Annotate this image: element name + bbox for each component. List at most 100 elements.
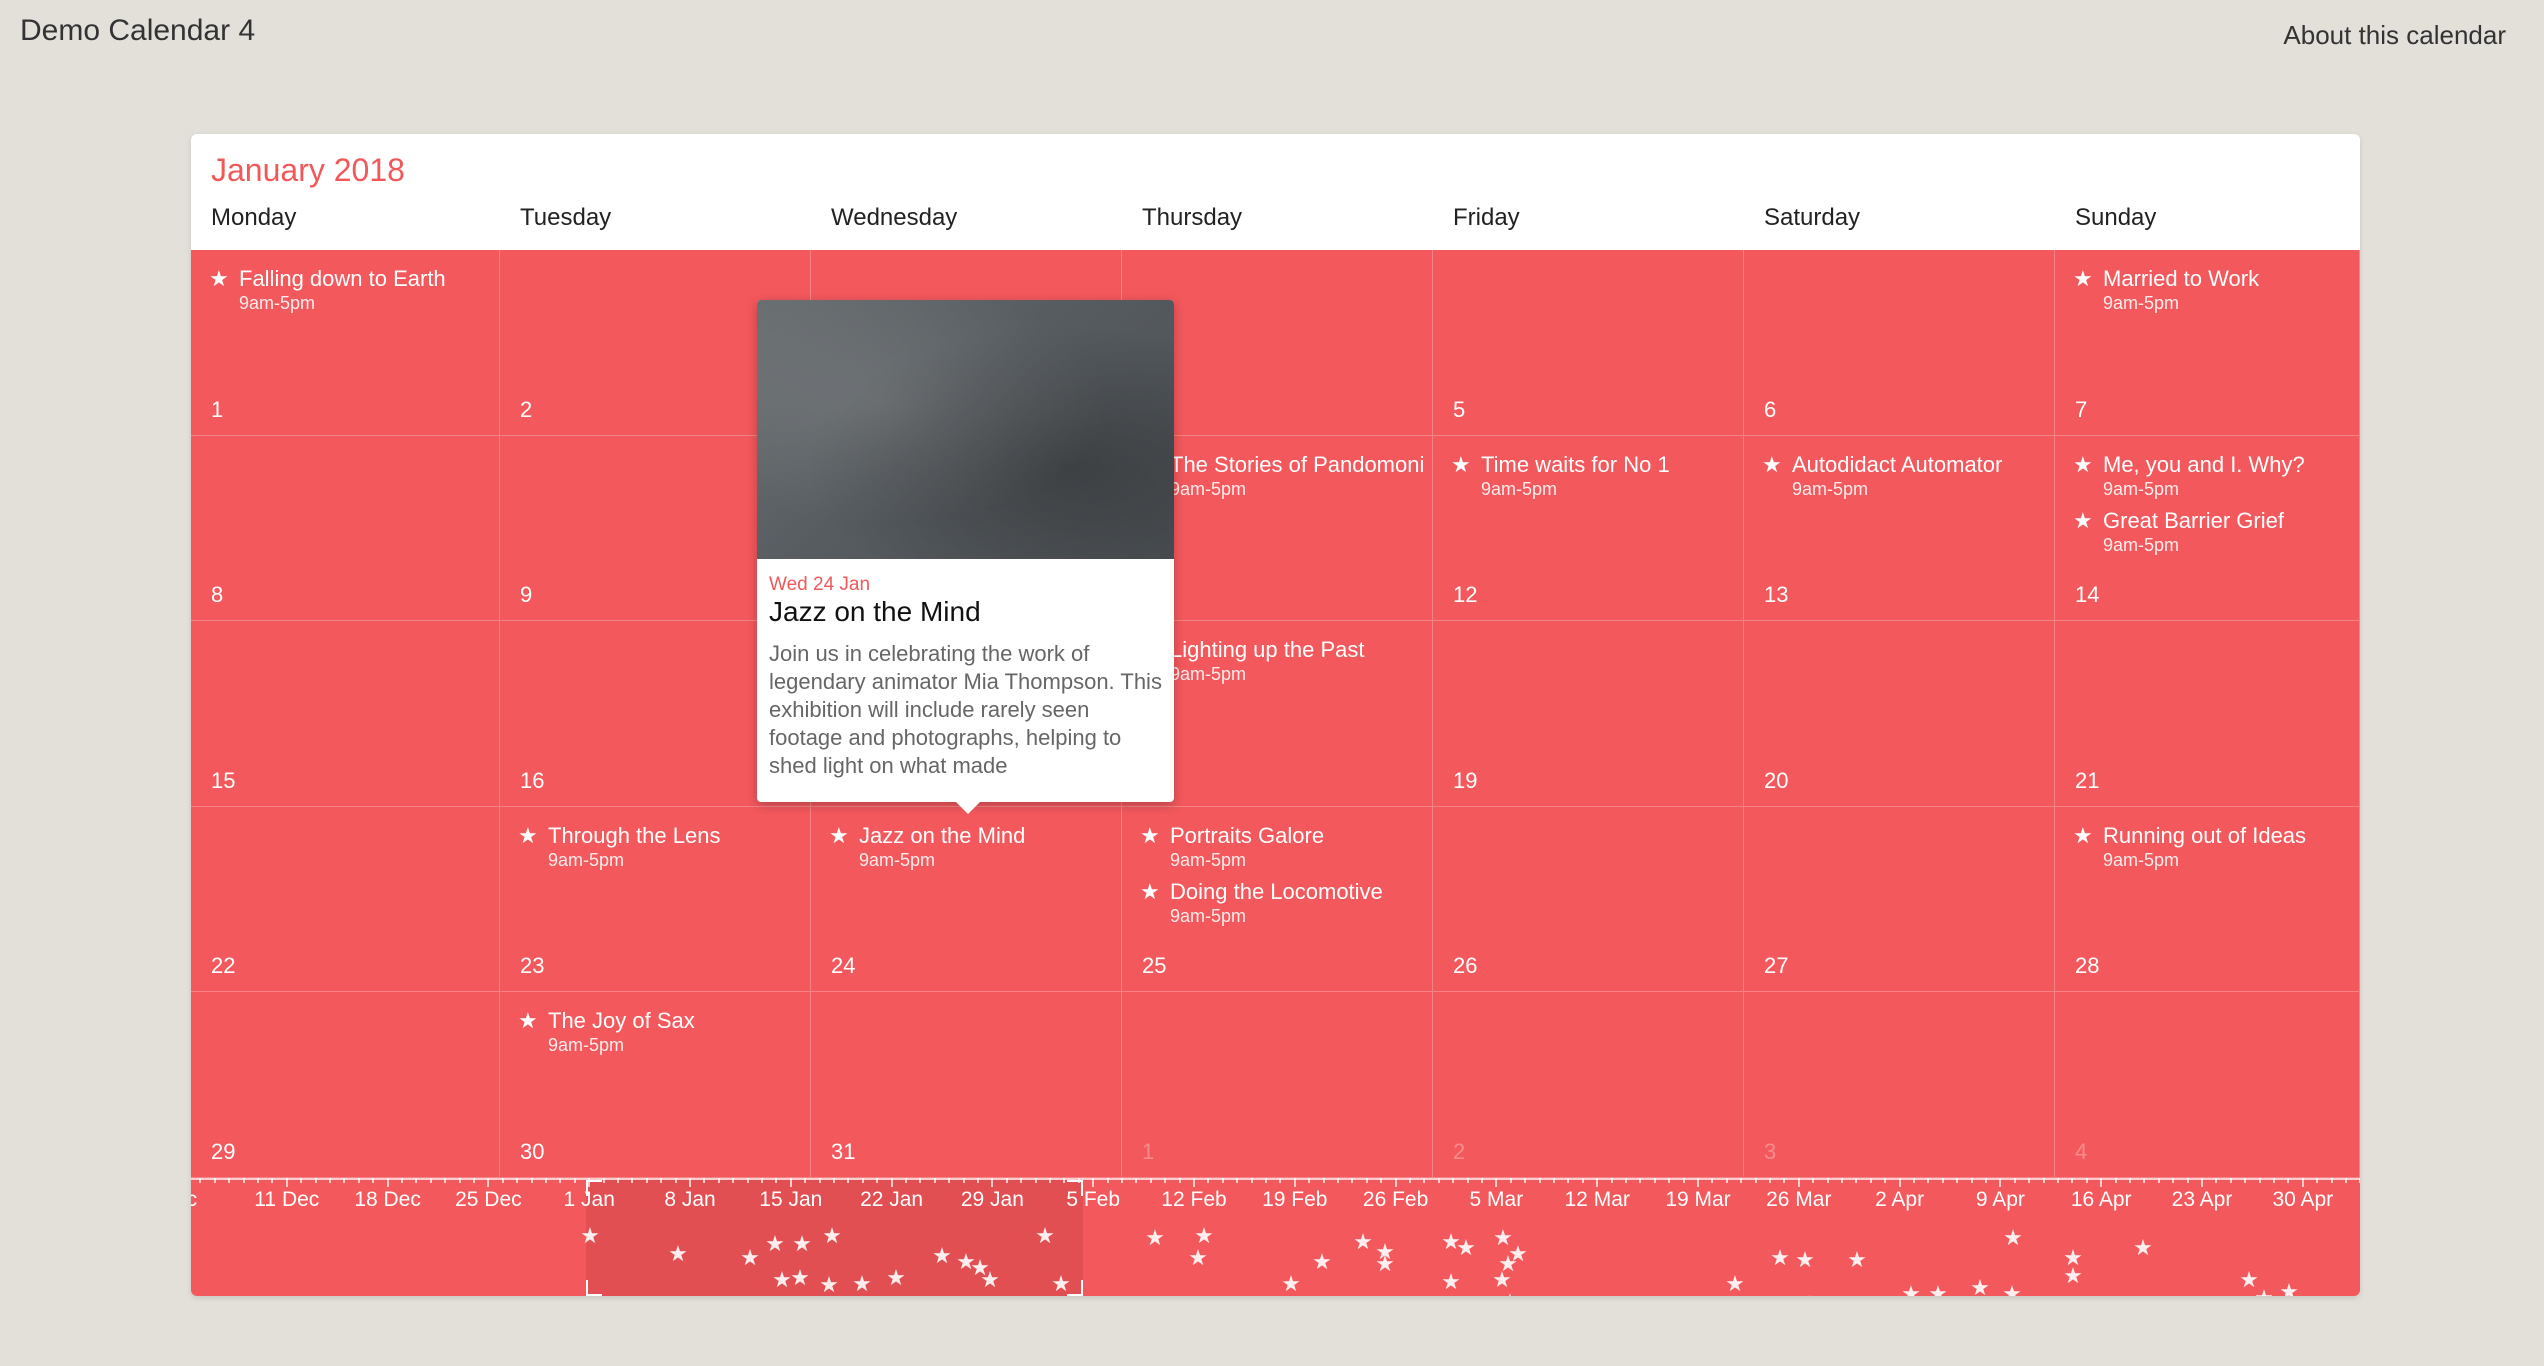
timeline-star-icon[interactable]: ★ xyxy=(740,1245,760,1271)
timeline-star-icon[interactable]: ★ xyxy=(1901,1281,1921,1296)
day-cell[interactable]: 27 xyxy=(1744,806,2055,993)
day-cell[interactable]: 26 xyxy=(1433,806,1744,993)
timeline-minor-tick xyxy=(1149,1178,1152,1183)
event-item[interactable]: ★ Autodidact Automator 9am-5pm xyxy=(1762,452,2054,508)
timeline-tick xyxy=(1092,1178,1095,1187)
timeline-star-icon[interactable]: ★ xyxy=(772,1267,792,1293)
day-cell[interactable]: ★ Autodidact Automator 9am-5pm 13 xyxy=(1744,435,2055,622)
day-cell[interactable]: 21 xyxy=(2055,621,2360,807)
timeline-star-icon[interactable]: ★ xyxy=(1800,1291,1820,1296)
day-cell[interactable]: ★ Through the Lens 9am-5pm 23 xyxy=(500,806,811,993)
event-item[interactable]: ★ Running out of Ideas 9am-5pm xyxy=(2073,823,2359,879)
popup-title[interactable]: Jazz on the Mind xyxy=(769,596,981,628)
timeline-star-icon[interactable]: ★ xyxy=(790,1265,810,1291)
day-number: 7 xyxy=(2075,396,2088,422)
month-title: January 2018 xyxy=(211,152,405,188)
timeline-minor-tick xyxy=(1913,1178,1915,1183)
day-cell[interactable]: ★ The Joy of Sax 9am-5pm 30 xyxy=(500,992,811,1178)
day-cell[interactable]: ★ Jazz on the Mind 9am-5pm 24 xyxy=(811,806,1122,993)
day-cell[interactable]: 29 xyxy=(191,992,500,1178)
timeline-star-icon[interactable]: ★ xyxy=(2063,1263,2083,1289)
event-item[interactable]: ★ Married to Work 9am-5pm xyxy=(2073,266,2359,322)
timeline-star-icon[interactable]: ★ xyxy=(1500,1289,1520,1296)
day-cell[interactable]: 2 xyxy=(1433,992,1744,1178)
timeline-star-icon[interactable]: ★ xyxy=(792,1231,812,1257)
timeline-star-icon[interactable]: ★ xyxy=(1770,1245,1790,1271)
event-item[interactable]: ★ Jazz on the Mind 9am-5pm xyxy=(829,823,1121,879)
day-cell[interactable]: ★ Falling down to Earth 9am-5pm 1 xyxy=(191,250,500,436)
timeline-minor-tick xyxy=(1754,1178,1757,1183)
timeline-star-icon[interactable]: ★ xyxy=(1051,1271,1071,1296)
day-number: 16 xyxy=(520,767,545,793)
timeline-star-icon[interactable]: ★ xyxy=(1456,1235,1476,1261)
timeline-star-icon[interactable]: ★ xyxy=(1795,1247,1815,1273)
timeline-star-icon[interactable]: ★ xyxy=(852,1271,872,1296)
timeline-star-icon[interactable]: ★ xyxy=(932,1243,952,1269)
day-cell[interactable]: 22 xyxy=(191,806,500,993)
timeline-star-icon[interactable]: ★ xyxy=(1847,1247,1867,1273)
day-cell[interactable]: 5 xyxy=(1433,250,1744,436)
timeline-star-icon[interactable]: ★ xyxy=(1441,1269,1461,1295)
event-item[interactable]: ★ Me, you and I. Why? 9am-5pm xyxy=(2073,452,2359,508)
timeline-star-icon[interactable]: ★ xyxy=(765,1231,785,1257)
event-time: 9am-5pm xyxy=(1481,478,1558,499)
timeline-star-icon[interactable]: ★ xyxy=(980,1267,1000,1293)
event-item[interactable]: ★ Portraits Galore 9am-5pm xyxy=(1140,823,1432,879)
day-number: 12 xyxy=(1453,582,1478,608)
timeline-star-icon[interactable]: ★ xyxy=(2003,1225,2023,1251)
timeline-minor-tick xyxy=(1553,1178,1555,1183)
timeline-star-icon[interactable]: ★ xyxy=(1970,1275,1990,1296)
timeline-star-icon[interactable]: ★ xyxy=(2133,1235,2153,1261)
timeline-star-icon[interactable]: ★ xyxy=(668,1241,688,1267)
event-item[interactable]: ★The Stories of Pandomoni9am-5pm xyxy=(1140,452,1432,508)
day-cell[interactable]: 8 xyxy=(191,435,500,622)
timeline-star-icon[interactable]: ★ xyxy=(819,1272,839,1296)
event-item[interactable]: ★ Falling down to Earth 9am-5pm xyxy=(209,266,499,322)
day-cell[interactable]: 1 xyxy=(1122,992,1433,1178)
day-cell[interactable]: 20 xyxy=(1744,621,2055,807)
day-cell[interactable]: 4 xyxy=(2055,992,2360,1178)
day-cell[interactable]: 15 xyxy=(191,621,500,807)
timeline-star-icon[interactable]: ★ xyxy=(580,1223,600,1249)
event-item[interactable]: ★ Through the Lens 9am-5pm xyxy=(518,823,810,879)
day-cell[interactable]: 31 xyxy=(811,992,1122,1178)
timeline-star-icon[interactable]: ★ xyxy=(1035,1223,1055,1249)
about-link[interactable]: About this calendar xyxy=(2283,20,2506,51)
timeline-star-icon[interactable]: ★ xyxy=(1188,1245,1208,1271)
day-number: 31 xyxy=(831,1138,856,1164)
timeline-star-icon[interactable]: ★ xyxy=(1312,1249,1332,1275)
timeline-star-icon[interactable]: ★ xyxy=(1281,1271,1301,1296)
timeline-star-icon[interactable]: ★ xyxy=(886,1265,906,1291)
timeline-star-icon[interactable]: ★ xyxy=(1353,1229,1373,1255)
event-item[interactable]: ★Lighting up the Past9am-5pm xyxy=(1140,637,1432,693)
timeline-star-icon[interactable]: ★ xyxy=(822,1223,842,1249)
timeline-star-icon[interactable]: ★ xyxy=(2254,1285,2274,1296)
event-item[interactable]: ★ Time waits for No 1 9am-5pm xyxy=(1451,452,1743,508)
timeline-minor-tick xyxy=(1466,1178,1469,1183)
day-cell[interactable]: ★ Time waits for No 1 9am-5pm 12 xyxy=(1433,435,1744,622)
day-cell[interactable]: ★ Me, you and I. Why? 9am-5pm ★ Great Barrie… xyxy=(2055,435,2360,622)
day-cell[interactable]: ★ Portraits Galore 9am-5pm ★ Doing the Locom… xyxy=(1122,806,1433,993)
timeline-star-icon[interactable]: ★ xyxy=(1375,1239,1395,1265)
timeline-star-icon[interactable]: ★ xyxy=(1725,1271,1745,1296)
event-item[interactable]: ★ The Joy of Sax 9am-5pm xyxy=(518,1008,810,1064)
day-cell[interactable]: ★ Married to Work 9am-5pm 7 xyxy=(2055,250,2360,436)
timeline-date-label: 30 Apr xyxy=(2272,1188,2334,1211)
day-number: 24 xyxy=(831,953,856,979)
timeline-minor-tick xyxy=(401,1178,403,1183)
event-item[interactable]: ★ Great Barrier Grief 9am-5pm xyxy=(2073,508,2359,564)
day-cell[interactable]: ★ Running out of Ideas 9am-5pm 28 xyxy=(2055,806,2360,993)
star-icon: ★ xyxy=(1451,451,1471,477)
timeline-navigator[interactable]: ec 11 Dec 18 Dec 25 Dec 1 Jan 8 Jan 15 Jan 22 J… xyxy=(191,1178,2360,1296)
timeline-star-icon[interactable]: ★ xyxy=(1145,1225,1165,1251)
timeline-star-icon[interactable]: ★ xyxy=(2002,1281,2022,1296)
timeline-minor-tick xyxy=(1855,1178,1858,1183)
day-cell[interactable]: 3 xyxy=(1744,992,2055,1178)
timeline-star-icon[interactable]: ★ xyxy=(1928,1281,1948,1296)
timeline-minor-tick xyxy=(775,1178,778,1183)
timeline-tick xyxy=(386,1178,389,1187)
event-item[interactable]: ★ Doing the Locomotive 9am-5pm xyxy=(1140,879,1432,935)
day-cell[interactable]: 6 xyxy=(1744,250,2055,436)
day-cell[interactable]: 19 xyxy=(1433,621,1744,807)
timeline-star-icon[interactable]: ★ xyxy=(2279,1279,2299,1296)
